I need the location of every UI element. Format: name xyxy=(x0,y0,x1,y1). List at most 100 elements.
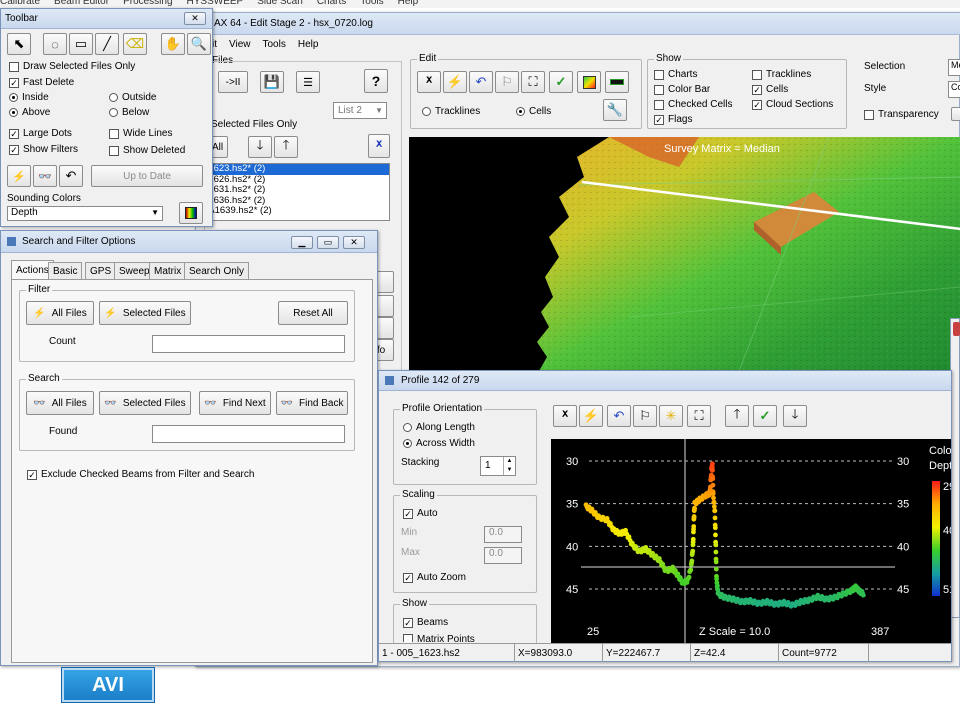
filter-titlebar[interactable]: Search and Filter Options ▁ ▭ ✕ xyxy=(1,231,377,253)
show-filters-checkbox[interactable]: ✓ Show Filters xyxy=(9,144,78,155)
large-dots-checkbox[interactable]: ✓ Large Dots xyxy=(9,128,72,139)
find-back-button[interactable]: 👓 Find Back xyxy=(276,391,348,415)
auto-filter-button[interactable]: ⚡ xyxy=(7,165,31,187)
profile-flag-button[interactable]: ⚐ xyxy=(633,405,657,427)
show-deleted-checkbox[interactable]: Show Deleted xyxy=(109,145,185,156)
transparency-slider[interactable] xyxy=(951,107,960,121)
max-field[interactable]: 0.0 xyxy=(484,547,522,564)
stacking-spinner[interactable]: 1 ▲ ▼ xyxy=(480,456,516,476)
lasso-tool-button[interactable]: ◌ xyxy=(43,33,67,55)
pointer-tool-button[interactable]: ⬉ xyxy=(7,33,31,55)
found-field[interactable] xyxy=(152,425,345,443)
filter-selected-files-button[interactable]: ⚡ Selected Files xyxy=(99,301,191,325)
radio-above[interactable]: Above xyxy=(9,107,50,118)
profile-chart[interactable]: 30 30 35 35 40 40 45 45 25 387 Z Scale = 10.0 Colo… xyxy=(551,439,951,643)
file-list-item[interactable]: _1623.hs2* (2) xyxy=(201,164,389,175)
color-tool-button[interactable] xyxy=(577,71,601,93)
search-selected-files-button[interactable]: 👓 Selected Files xyxy=(99,391,191,415)
find-next-button[interactable]: 👓 Find Next xyxy=(199,391,271,415)
min-field[interactable]: 0.0 xyxy=(484,526,522,543)
beams-checkbox[interactable]: ✓ Beams xyxy=(403,617,448,628)
sounding-colors-select[interactable]: Depth ▼ xyxy=(7,206,163,221)
list-button[interactable]: ☰ xyxy=(296,71,320,93)
list-select[interactable]: List 2 ▼ xyxy=(333,102,387,119)
filter-maximize-button[interactable]: ▭ xyxy=(317,236,339,249)
style-select[interactable]: Co xyxy=(948,81,960,98)
radio-inside[interactable]: Inside xyxy=(9,92,49,103)
radio-across-width[interactable]: Across Width xyxy=(403,438,475,449)
delete-tool-button[interactable]: ᕽ xyxy=(417,71,441,93)
pan-tool-button[interactable]: ✋ xyxy=(161,33,185,55)
main-menu-item[interactable]: Help xyxy=(298,39,319,50)
radio-below[interactable]: Below xyxy=(109,107,149,118)
show-cloud-sections-checkbox[interactable]: ✓ Cloud Sections xyxy=(752,99,833,110)
save-button[interactable]: 💾 xyxy=(260,71,284,93)
profile-accept-button[interactable]: ✓ xyxy=(753,405,777,427)
show-charts-checkbox[interactable]: Charts xyxy=(654,69,697,80)
profile-select-box-button[interactable]: ⛶ xyxy=(687,405,711,427)
main-menu-item[interactable]: View xyxy=(229,39,251,50)
zoom-tool-button[interactable]: 🔍 xyxy=(187,33,211,55)
tab-search-only[interactable]: Search Only xyxy=(184,262,250,279)
flag-tool-button[interactable]: ⚐ xyxy=(495,71,519,93)
select-box-tool-button[interactable]: ⛶ xyxy=(521,71,545,93)
eraser-tool-button[interactable]: ⌫ xyxy=(123,33,147,55)
reset-all-button[interactable]: Reset All xyxy=(278,301,348,325)
show-checked-cells-checkbox[interactable]: Checked Cells xyxy=(654,99,732,110)
filter-minimize-button[interactable]: ▁ xyxy=(291,236,313,249)
undo-button[interactable]: ↶ xyxy=(59,165,83,187)
find-button[interactable]: 👓 xyxy=(33,165,57,187)
filter-close-button[interactable]: ✕ xyxy=(343,236,365,249)
fast-delete-checkbox[interactable]: ✓ Fast Delete xyxy=(9,77,74,88)
toolbar-close-button[interactable]: ✕ xyxy=(184,12,206,25)
auto-scale-checkbox[interactable]: ✓ Auto xyxy=(403,508,438,519)
profile-down-button[interactable]: 🡓 xyxy=(783,405,807,427)
avi-button[interactable]: AVI xyxy=(62,668,154,702)
move-up-button[interactable]: 🡑 xyxy=(274,136,298,158)
profile-fast-delete-button[interactable]: ⚡ xyxy=(579,405,603,427)
bar-tool-button[interactable] xyxy=(605,71,629,93)
search-all-files-button[interactable]: 👓 All Files xyxy=(26,391,94,415)
filter-all-files-button[interactable]: ⚡ All Files xyxy=(26,301,94,325)
profile-up-button[interactable]: 🡑 xyxy=(725,405,749,427)
radio-outside[interactable]: Outside xyxy=(109,92,156,103)
wide-lines-checkbox[interactable]: Wide Lines xyxy=(109,128,172,139)
exclude-checked-checkbox[interactable]: ✓ Exclude Checked Beams from Filter and S… xyxy=(27,469,254,480)
remove-file-button[interactable]: ᕽ xyxy=(368,134,390,158)
toolbar-titlebar[interactable]: Toolbar ✕ xyxy=(1,9,212,29)
survey-3d-view[interactable]: Survey Matrix = Median xyxy=(409,137,960,371)
wrench-tool-button[interactable]: 🔧 xyxy=(603,99,627,121)
profile-delete-button[interactable]: ᕽ xyxy=(553,405,577,427)
help-button[interactable]: ? xyxy=(364,69,388,93)
transparency-checkbox[interactable]: Transparency xyxy=(864,109,939,120)
show-cells-checkbox[interactable]: ✓ Cells xyxy=(752,84,788,95)
main-menu-item[interactable]: Tools xyxy=(263,39,286,50)
radio-tracklines[interactable]: Tracklines xyxy=(422,106,480,117)
auto-zoom-checkbox[interactable]: ✓ Auto Zoom xyxy=(403,572,466,583)
up-to-date-button[interactable]: Up to Date xyxy=(91,165,203,187)
tab-basic[interactable]: Basic xyxy=(48,262,83,279)
show-color-bar-checkbox[interactable]: Color Bar xyxy=(654,84,710,95)
line-tool-button[interactable]: ╱ xyxy=(95,33,119,55)
show-flags-checkbox[interactable]: ✓ Flags xyxy=(654,114,692,125)
profile-titlebar[interactable]: Profile 142 of 279 xyxy=(379,371,951,391)
fast-delete-tool-button[interactable]: ⚡ xyxy=(443,71,467,93)
color-palette-button[interactable] xyxy=(179,202,203,224)
draw-selected-checkbox[interactable]: Draw Selected Files Only xyxy=(9,61,135,72)
file-list[interactable]: _1623.hs2* (2) _1626.hs2* (2) _1631.hs2* (… xyxy=(200,163,390,221)
profile-undo-button[interactable]: ↶ xyxy=(607,405,631,427)
file-list-item[interactable]: LA1639.hs2* (2) xyxy=(201,205,389,217)
selection-select[interactable]: Me xyxy=(948,59,960,76)
show-tracklines-checkbox[interactable]: Tracklines xyxy=(752,69,811,80)
move-down-button[interactable]: 🡓 xyxy=(248,136,272,158)
accept-tool-button[interactable]: ✓ xyxy=(549,71,573,93)
file-list-item[interactable]: _1631.hs2* (2) xyxy=(201,184,389,196)
tab-gps[interactable]: GPS xyxy=(85,262,117,279)
matrix-points-checkbox[interactable]: Matrix Points xyxy=(403,634,475,642)
count-field[interactable] xyxy=(152,335,345,353)
profile-highlight-button[interactable]: ✳ xyxy=(659,405,683,427)
radio-along-length[interactable]: Along Length xyxy=(403,422,475,433)
rect-tool-button[interactable]: ▭ xyxy=(69,33,93,55)
undo-tool-button[interactable]: ↶ xyxy=(469,71,493,93)
radio-cells[interactable]: Cells xyxy=(516,106,551,117)
